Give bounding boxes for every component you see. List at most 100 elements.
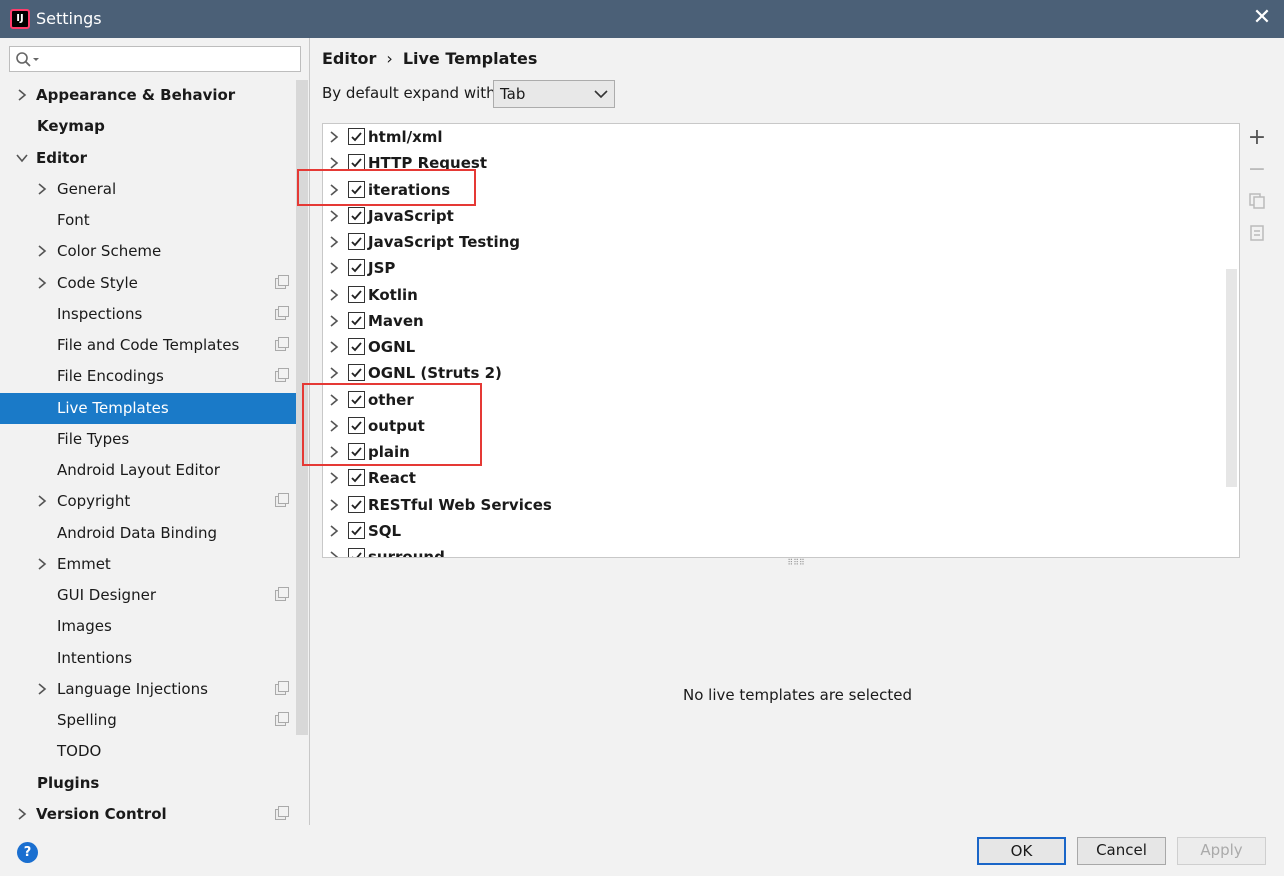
template-group-jsp[interactable]: JSP — [323, 255, 1223, 281]
copy-template-button[interactable] — [1244, 191, 1270, 217]
template-group-react[interactable]: React — [323, 465, 1223, 491]
template-group-http-request[interactable]: HTTP Request — [323, 150, 1223, 176]
template-group-checkbox[interactable] — [348, 181, 365, 198]
template-group-output[interactable]: output — [323, 413, 1223, 439]
sidebar-item-inspections[interactable]: Inspections — [0, 299, 296, 330]
sidebar-item-editor[interactable]: Editor — [0, 143, 296, 174]
expand-with-select[interactable]: Tab — [493, 80, 615, 108]
sidebar-item-copyright[interactable]: Copyright — [0, 486, 296, 517]
window-title: Settings — [36, 9, 102, 28]
sidebar-item-gui-designer[interactable]: GUI Designer — [0, 580, 296, 611]
sidebar-item-android-layout-editor[interactable]: Android Layout Editor — [0, 455, 296, 486]
sidebar-item-keymap[interactable]: Keymap — [0, 111, 296, 142]
template-group-restful-web-services[interactable]: RESTful Web Services — [323, 492, 1223, 518]
template-group-checkbox[interactable] — [348, 259, 365, 276]
search-input[interactable] — [46, 49, 296, 69]
chevron-right-icon[interactable] — [36, 174, 48, 205]
sidebar-item-spelling[interactable]: Spelling — [0, 705, 296, 736]
template-group-checkbox[interactable] — [348, 338, 365, 355]
checkmark-icon — [351, 500, 362, 510]
chevron-right-icon[interactable] — [328, 124, 340, 150]
template-group-checkbox[interactable] — [348, 233, 365, 250]
breadcrumb-editor[interactable]: Editor — [322, 49, 376, 68]
sidebar-item-emmet[interactable]: Emmet — [0, 549, 296, 580]
template-group-javascript-testing[interactable]: JavaScript Testing — [323, 229, 1223, 255]
chevron-right-icon[interactable] — [328, 544, 340, 557]
template-group-surround[interactable]: surround — [323, 544, 1223, 557]
apply-button[interactable]: Apply — [1177, 837, 1266, 865]
template-group-checkbox[interactable] — [348, 417, 365, 434]
template-group-checkbox[interactable] — [348, 522, 365, 539]
chevron-right-icon[interactable] — [328, 465, 340, 491]
chevron-down-icon[interactable] — [16, 143, 28, 174]
sidebar-item-appearance-behavior[interactable]: Appearance & Behavior — [0, 80, 296, 111]
chevron-right-icon[interactable] — [328, 387, 340, 413]
template-group-plain[interactable]: plain — [323, 439, 1223, 465]
sidebar-item-file-encodings[interactable]: File Encodings — [0, 361, 296, 392]
template-group-checkbox[interactable] — [348, 548, 365, 557]
sidebar-item-font[interactable]: Font — [0, 205, 296, 236]
template-group-checkbox[interactable] — [348, 286, 365, 303]
sidebar-item-language-injections[interactable]: Language Injections — [0, 674, 296, 705]
template-group-checkbox[interactable] — [348, 496, 365, 513]
chevron-right-icon[interactable] — [36, 549, 48, 580]
ok-button[interactable]: OK — [977, 837, 1066, 865]
sidebar-item-intentions[interactable]: Intentions — [0, 643, 296, 674]
chevron-right-icon[interactable] — [328, 282, 340, 308]
template-group-other[interactable]: other — [323, 387, 1223, 413]
chevron-right-icon[interactable] — [36, 268, 48, 299]
template-group-checkbox[interactable] — [348, 391, 365, 408]
template-group-checkbox[interactable] — [348, 443, 365, 460]
template-group-maven[interactable]: Maven — [323, 308, 1223, 334]
sidebar-item-android-data-binding[interactable]: Android Data Binding — [0, 518, 296, 549]
chevron-right-icon[interactable] — [328, 439, 340, 465]
template-group-javascript[interactable]: JavaScript — [323, 203, 1223, 229]
sidebar-item-color-scheme[interactable]: Color Scheme — [0, 236, 296, 267]
sidebar-item-todo[interactable]: TODO — [0, 736, 296, 767]
template-group-iterations[interactable]: iterations — [323, 177, 1223, 203]
template-group-checkbox[interactable] — [348, 154, 365, 171]
chevron-right-icon[interactable] — [328, 492, 340, 518]
template-group-checkbox[interactable] — [348, 364, 365, 381]
template-group-ognl-struts-2[interactable]: OGNL (Struts 2) — [323, 360, 1223, 386]
panel-splitter-handle[interactable]: ⠿⠿⠿ — [786, 559, 806, 567]
chevron-right-icon[interactable] — [328, 518, 340, 544]
template-list-scrollbar[interactable] — [1226, 269, 1237, 487]
chevron-right-icon[interactable] — [328, 308, 340, 334]
settings-search[interactable] — [9, 46, 301, 72]
sidebar-item-plugins[interactable]: Plugins — [0, 768, 296, 799]
template-group-ognl[interactable]: OGNL — [323, 334, 1223, 360]
chevron-right-icon[interactable] — [328, 413, 340, 439]
template-group-sql[interactable]: SQL — [323, 518, 1223, 544]
add-template-button[interactable]: + — [1244, 125, 1270, 151]
sidebar-item-file-and-code-templates[interactable]: File and Code Templates — [0, 330, 296, 361]
chevron-right-icon[interactable] — [36, 674, 48, 705]
sidebar-item-file-types[interactable]: File Types — [0, 424, 296, 455]
sidebar-scrollbar[interactable] — [296, 80, 308, 735]
template-group-kotlin[interactable]: Kotlin — [323, 282, 1223, 308]
chevron-right-icon[interactable] — [328, 177, 340, 203]
close-button[interactable]: ✕ — [1250, 7, 1274, 31]
chevron-right-icon[interactable] — [328, 150, 340, 176]
template-group-checkbox[interactable] — [348, 312, 365, 329]
chevron-right-icon[interactable] — [16, 80, 28, 111]
sidebar-item-images[interactable]: Images — [0, 611, 296, 642]
chevron-right-icon[interactable] — [328, 229, 340, 255]
chevron-right-icon[interactable] — [328, 334, 340, 360]
template-group-checkbox[interactable] — [348, 128, 365, 145]
chevron-right-icon[interactable] — [328, 255, 340, 281]
cancel-button[interactable]: Cancel — [1077, 837, 1166, 865]
sidebar-item-general[interactable]: General — [0, 174, 296, 205]
chevron-right-icon[interactable] — [328, 203, 340, 229]
sidebar-item-code-style[interactable]: Code Style — [0, 268, 296, 299]
help-button[interactable]: ? — [17, 842, 38, 863]
chevron-right-icon[interactable] — [36, 236, 48, 267]
edit-template-button[interactable] — [1244, 223, 1270, 249]
chevron-right-icon[interactable] — [36, 486, 48, 517]
remove-template-button[interactable]: − — [1244, 157, 1270, 183]
template-group-checkbox[interactable] — [348, 469, 365, 486]
template-group-checkbox[interactable] — [348, 207, 365, 224]
sidebar-item-live-templates[interactable]: Live Templates — [0, 393, 296, 424]
chevron-right-icon[interactable] — [328, 360, 340, 386]
template-group-html-xml[interactable]: html/xml — [323, 124, 1223, 150]
